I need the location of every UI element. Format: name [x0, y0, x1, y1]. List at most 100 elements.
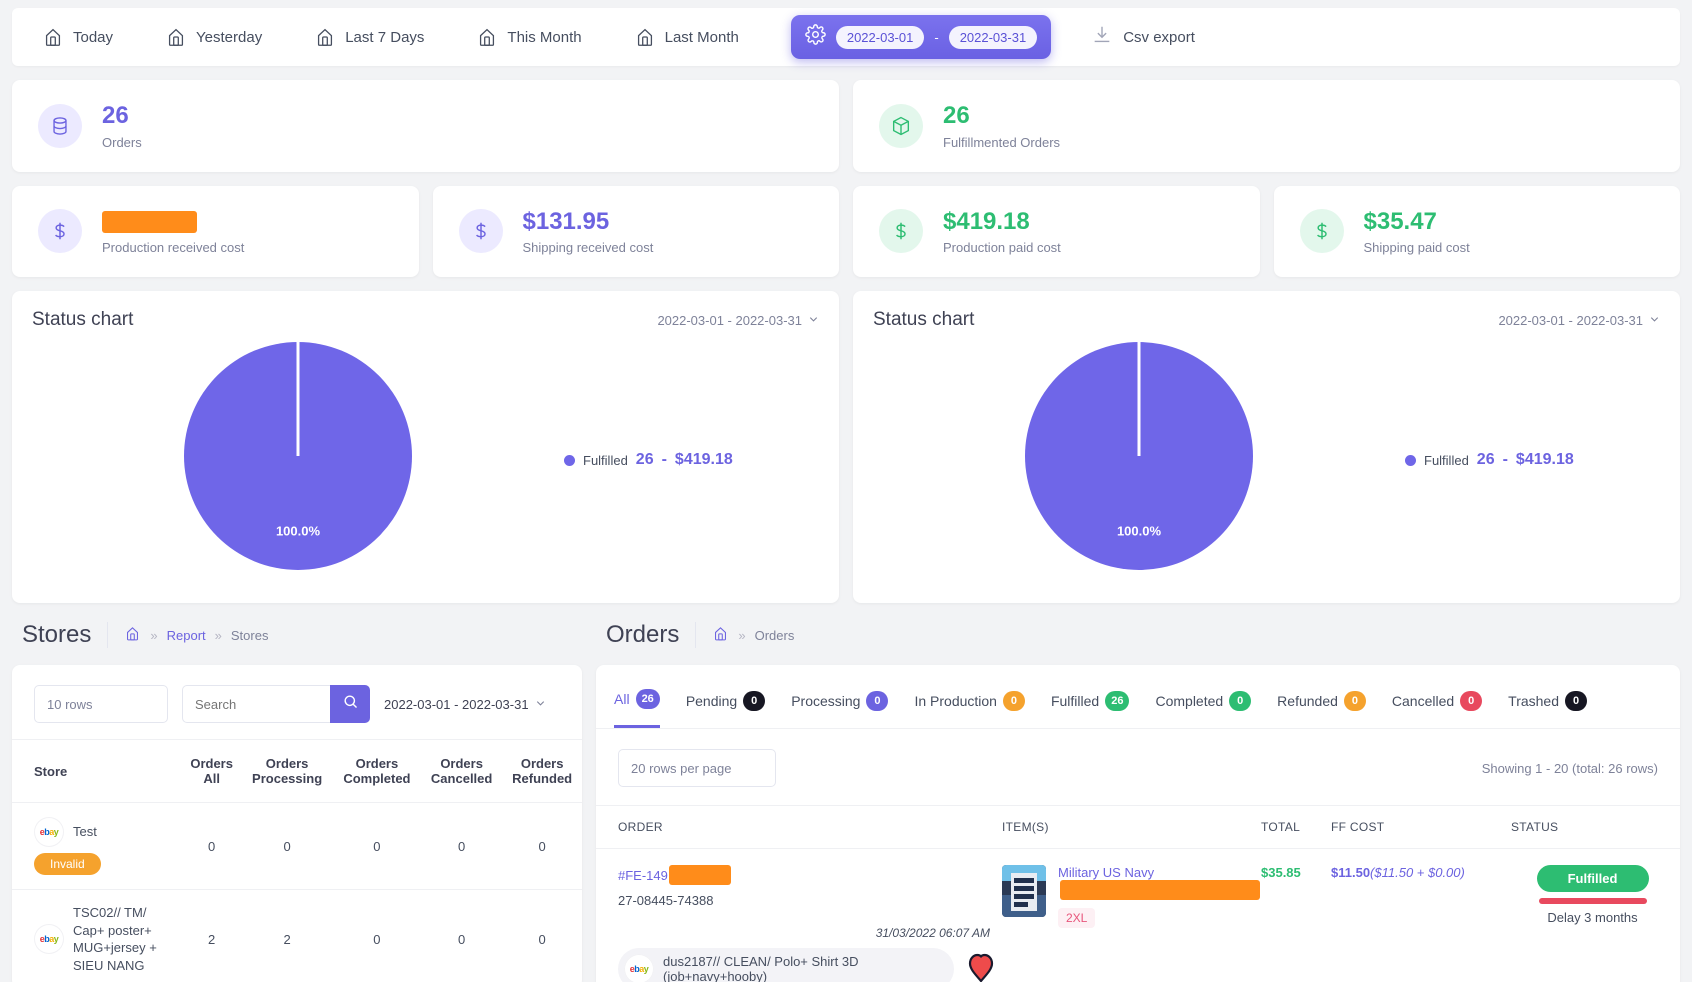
date-filter-toolbar: Today Yesterday Last 7 Days This Month L… — [12, 8, 1680, 66]
legend-item-fulfilled[interactable]: Fulfilled 26 - $419.18 — [564, 451, 733, 469]
orders-header: Orders » Orders — [596, 621, 1680, 665]
tab-label: In Production — [914, 692, 997, 709]
tab-processing[interactable]: Processing 0 — [791, 683, 889, 727]
chart-date-range-select[interactable]: 2022-03-01 - 2022-03-31 — [657, 313, 819, 328]
chart-body: 100.0% Fulfilled 26 - $419.18 — [32, 331, 819, 581]
store-name: TSC02// TM/ Cap+ poster+ MUG+jersey + SI… — [73, 905, 157, 973]
table-row[interactable]: ebay Test Invalid 0 0 0 0 0 — [12, 802, 582, 890]
col-orders-cancelled: Orders Cancelled — [420, 739, 503, 803]
store-chip[interactable]: ebay TSC02// TM/ Cap+ poster+ MUG+jersey… — [34, 904, 178, 974]
breadcrumb-sep: » — [214, 627, 222, 643]
filter-last-7-days[interactable]: Last 7 Days — [314, 26, 446, 48]
range-start-pill[interactable]: 2022-03-01 — [835, 25, 925, 49]
chart-legend-left: Fulfilled 26 - $419.18 — [564, 443, 819, 469]
order-store-chip[interactable]: ebay dus2187// CLEAN/ Polo+ Shirt 3D (jo… — [618, 948, 954, 982]
filter-this-month-label: This Month — [507, 28, 582, 46]
orders-status-tabs: All 26 Pending 0 Processing 0 In Product… — [596, 665, 1680, 730]
dollar-icon — [458, 209, 503, 254]
item-title[interactable]: Military US Navy — [1058, 865, 1260, 901]
table-row[interactable]: #FE-149 27-08445-74388 31/03/2022 06:07 … — [596, 848, 1680, 982]
ebay-icon: ebay — [624, 954, 654, 982]
stores-table: Store Orders All Orders Processing Orders C… — [12, 739, 582, 982]
stores-header: Stores » Report » Stores — [12, 621, 582, 665]
store-name: Test — [73, 824, 97, 840]
pie-slice-divider — [296, 342, 300, 457]
order-date: 31/03/2022 06:07 AM — [875, 926, 990, 941]
search-input[interactable] — [182, 685, 330, 724]
store-chip[interactable]: ebay Test — [34, 817, 178, 848]
tab-completed[interactable]: Completed 0 — [1155, 683, 1252, 727]
pie-slice-fulfilled[interactable]: 100.0% — [1025, 342, 1253, 571]
box-icon — [879, 103, 923, 148]
divider — [107, 622, 109, 649]
tab-cancelled[interactable]: Cancelled 0 — [1392, 683, 1483, 727]
legend-amount: $419.18 — [1515, 451, 1574, 469]
tab-pending[interactable]: Pending 0 — [686, 683, 766, 727]
search-button[interactable] — [330, 685, 370, 724]
table-row[interactable]: ebay TSC02// TM/ Cap+ poster+ MUG+jersey… — [12, 889, 582, 982]
dollar-icon — [879, 209, 923, 254]
legend-item-fulfilled[interactable]: Fulfilled 26 - $419.18 — [1405, 451, 1574, 469]
tab-count: 0 — [743, 690, 766, 711]
status-cell: Fulfilled Delay 3 months — [1505, 848, 1680, 982]
delay-text: Delay 3 months — [1547, 910, 1638, 926]
stats-row-1: 26 Orders 26 Fulfillmented Orders — [12, 80, 1680, 172]
orders-table-head: ORDER ITEM(S) TOTAL FF COST STATUS — [596, 805, 1680, 849]
stores-rows-select[interactable]: 10 rows — [34, 685, 168, 724]
tab-all[interactable]: All 26 — [614, 681, 660, 729]
chevron-down-icon — [535, 697, 546, 712]
tab-count: 0 — [866, 690, 889, 711]
stat-value: $419.18 — [943, 207, 1030, 235]
cell-orders-processing: 0 — [241, 802, 333, 890]
stat-label: Shipping paid cost — [1363, 240, 1470, 256]
cell-orders-cancelled: 0 — [420, 889, 503, 982]
legend-amount: $419.18 — [674, 451, 733, 469]
tab-fulfilled[interactable]: Fulfilled 26 — [1051, 683, 1130, 727]
tab-in-production[interactable]: In Production 0 — [914, 683, 1025, 727]
tab-trashed[interactable]: Trashed 0 — [1508, 683, 1587, 727]
chart-date-range-select[interactable]: 2022-03-01 - 2022-03-31 — [1498, 313, 1660, 328]
stat-value — [102, 208, 244, 236]
tab-count: 0 — [1460, 690, 1483, 711]
gear-icon — [805, 24, 826, 50]
chart-header: Status chart 2022-03-01 - 2022-03-31 — [873, 309, 1660, 331]
stores-search — [182, 685, 370, 724]
order-item: Military US Navy 2XL — [1002, 865, 1260, 929]
order-id-link[interactable]: #FE-149 — [618, 865, 990, 886]
filter-today[interactable]: Today — [42, 26, 135, 48]
divider — [695, 622, 697, 649]
ff-cost-value: $11.50 — [1331, 865, 1371, 881]
order-total: $35.85 — [1261, 865, 1301, 881]
col-order: ORDER — [596, 805, 996, 849]
pie-slice-fulfilled[interactable]: 100.0% — [184, 342, 412, 571]
home-icon[interactable] — [712, 625, 729, 645]
filter-this-month[interactable]: This Month — [476, 26, 603, 48]
pie-slice-divider — [1137, 342, 1141, 457]
csv-export-button[interactable]: Csv export — [1091, 24, 1195, 50]
rows-per-page-select[interactable]: 20 rows per page — [618, 749, 776, 788]
filter-last-month[interactable]: Last Month — [634, 26, 761, 48]
tab-refunded[interactable]: Refunded 0 — [1277, 683, 1366, 727]
stores-panel: 10 rows 2022-03-01 - 2022-03-31 — [12, 665, 582, 982]
home-icon — [42, 26, 64, 48]
dollar-icon — [38, 209, 82, 254]
legend-label: Fulfilled — [1424, 452, 1469, 468]
filter-last-7-days-label: Last 7 Days — [345, 28, 425, 46]
pie-percent-label: 100.0% — [275, 523, 321, 539]
item-thumbnail[interactable] — [1002, 865, 1046, 918]
charts-section: Status chart 2022-03-01 - 2022-03-31 100… — [0, 291, 1692, 604]
home-icon[interactable] — [124, 625, 141, 645]
range-end-pill[interactable]: 2022-03-31 — [948, 25, 1038, 49]
custom-date-range-button[interactable]: 2022-03-01 - 2022-03-31 — [790, 15, 1052, 59]
stat-label: Production received cost — [102, 240, 245, 256]
stores-date-range-select[interactable]: 2022-03-01 - 2022-03-31 — [384, 697, 546, 712]
breadcrumb-item-report[interactable]: Report — [167, 628, 206, 643]
ff-cost-cell: $11.50($11.50 + $0.00) — [1325, 848, 1505, 982]
dollar-icon — [1299, 209, 1344, 254]
col-orders-refunded: Orders Refunded — [502, 739, 582, 803]
cell-orders-refunded: 0 — [502, 889, 582, 982]
status-chart-card-right: Status chart 2022-03-01 - 2022-03-31 100… — [853, 291, 1680, 604]
item-title-text: Military US Navy — [1058, 865, 1155, 881]
filter-yesterday[interactable]: Yesterday — [165, 26, 284, 48]
col-total: TOTAL — [1255, 805, 1325, 849]
